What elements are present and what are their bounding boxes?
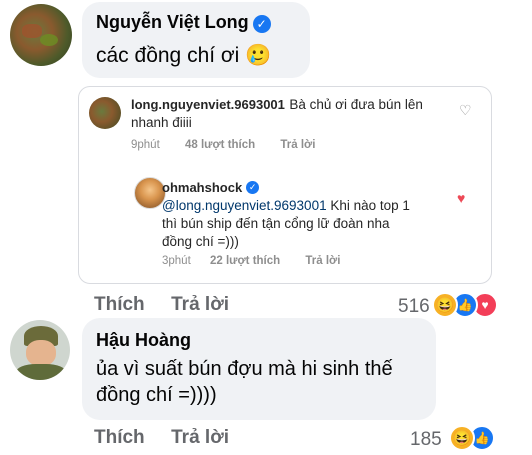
mention-link: @long.nguyenviet.9693001 xyxy=(162,198,327,213)
smiling-tear-emoji: 🥲 xyxy=(245,44,272,67)
comment-username: ohmahshock xyxy=(162,180,243,195)
avatar[interactable] xyxy=(10,320,70,380)
reactions[interactable]: 😆 👍 xyxy=(449,425,499,451)
reply-link: Trả lời xyxy=(305,255,341,267)
comment-time: 9phút xyxy=(131,139,160,151)
reactions[interactable]: 😆 👍 ♥ xyxy=(432,292,502,318)
verified-badge-icon: ✓ xyxy=(252,14,271,33)
comment-bubble: Hậu Hoàng ủa vì suất bún đợu mà hi sinh … xyxy=(82,318,436,420)
comment-text: thì bún ship đến tận cổng lữ đoàn nha xyxy=(162,216,390,231)
comment-time: 3phút xyxy=(162,255,191,267)
like-count: 48 lượt thích xyxy=(184,139,256,151)
reply-button[interactable]: Trả lời xyxy=(171,294,229,315)
verified-badge-icon: ✓ xyxy=(246,181,260,195)
comment-text: đồng chí =)))) xyxy=(96,384,217,406)
heart-filled-icon: ♥ xyxy=(457,190,466,206)
reply-button[interactable]: Trả lời xyxy=(171,427,229,448)
embedded-screenshot: long.nguyenviet.9693001 Bà chủ ơi đưa bú… xyxy=(78,86,492,284)
heart-outline-icon: ♡ xyxy=(459,102,472,118)
avatar xyxy=(89,97,121,129)
comment-author[interactable]: Hậu Hoàng xyxy=(96,330,191,351)
comment-text: ủa vì suất bún đợu mà hi sinh thế xyxy=(96,358,393,380)
like-button[interactable]: Thích xyxy=(94,294,145,315)
reaction-count[interactable]: 516 xyxy=(398,296,430,318)
haha-reaction-icon: 😆 xyxy=(449,425,475,451)
reply-link: Trả lời xyxy=(280,139,316,151)
comment-author[interactable]: Nguyễn Việt Long xyxy=(96,12,249,32)
comment-username: long.nguyenviet.9693001 xyxy=(131,97,285,112)
comment-text: Khi nào top 1 xyxy=(326,198,410,213)
comment-text: các đồng chí ơi xyxy=(96,44,240,67)
avatar[interactable] xyxy=(10,4,72,66)
haha-reaction-icon: 😆 xyxy=(432,292,458,318)
comment-text: đồng chí =))) xyxy=(162,234,239,249)
reaction-count[interactable]: 185 xyxy=(410,429,442,451)
comment-bubble: Nguyễn Việt Long ✓ các đồng chí ơi 🥲 xyxy=(82,2,310,78)
like-count: 22 lượt thích xyxy=(209,255,281,267)
like-button[interactable]: Thích xyxy=(94,427,145,448)
